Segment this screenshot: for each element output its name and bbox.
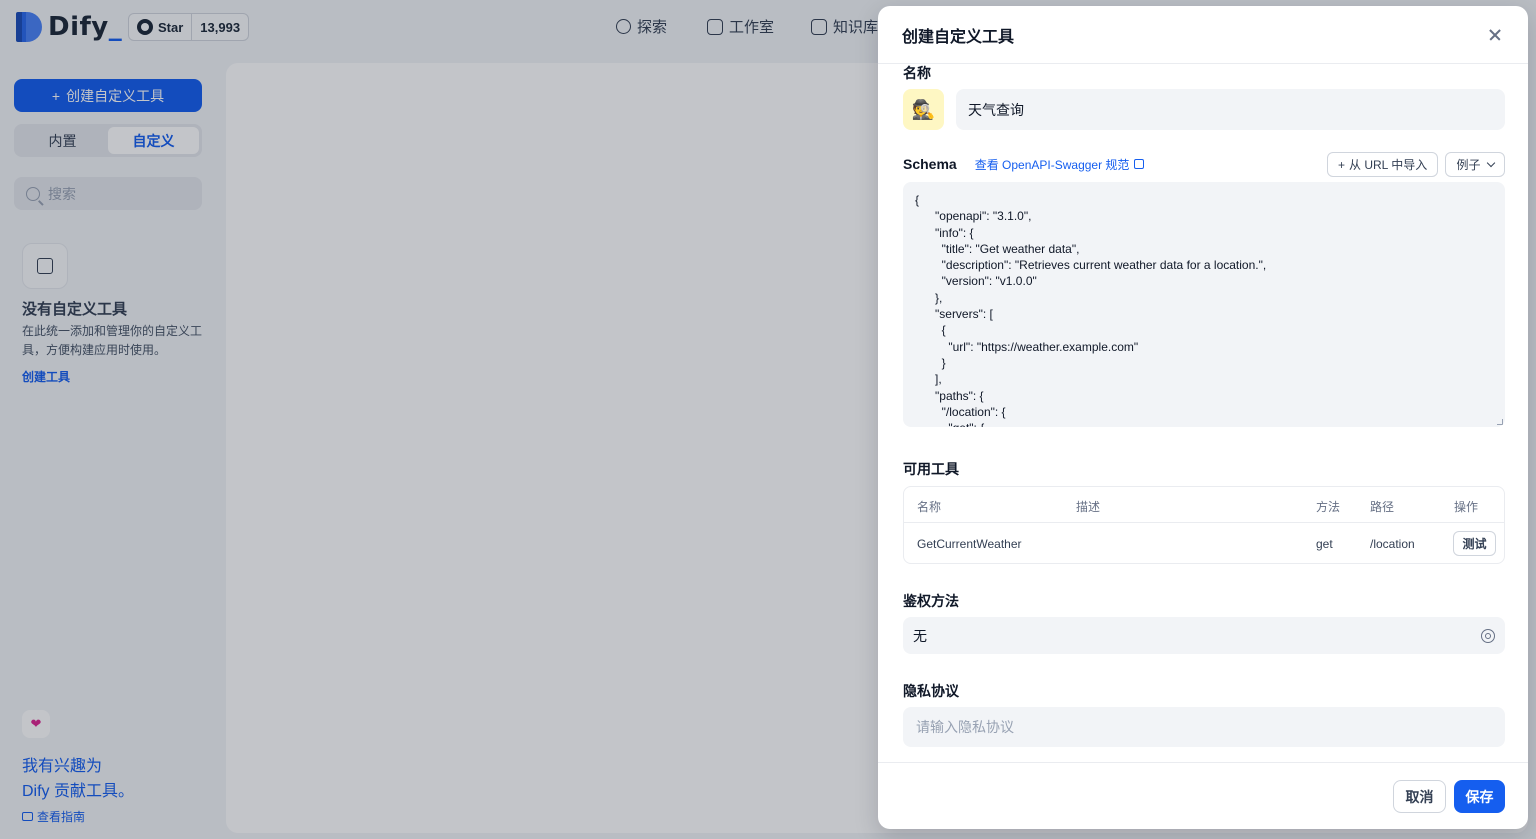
schema-editor[interactable]: { "openapi": "3.1.0", "info": { "title":…: [903, 182, 1505, 427]
privacy-policy-label: 隐私协议: [903, 683, 959, 699]
external-link-icon: [1134, 159, 1145, 169]
drawer-title: 创建自定义工具: [902, 28, 1015, 46]
example-label: 例子: [1456, 158, 1481, 172]
close-icon[interactable]: [1486, 26, 1504, 44]
column-header-name: 名称: [917, 500, 942, 514]
drawer-footer: 取消 保存: [878, 762, 1528, 829]
tool-name-input[interactable]: 天气查询: [956, 89, 1505, 130]
privacy-policy-input[interactable]: [903, 707, 1505, 747]
test-tool-button[interactable]: 测试: [1453, 531, 1496, 556]
gear-icon[interactable]: [1481, 628, 1495, 643]
tool-path-cell: /location: [1370, 537, 1415, 551]
import-from-url-label: 从 URL 中导入: [1349, 158, 1428, 172]
schema-code: { "openapi": "3.1.0", "info": { "title":…: [915, 193, 1267, 427]
column-header-method: 方法: [1316, 500, 1341, 514]
drawer-header: 创建自定义工具: [878, 6, 1528, 64]
tool-name-cell: GetCurrentWeather: [917, 537, 1022, 551]
auth-method-selector[interactable]: 无: [903, 617, 1505, 654]
plus-icon: +: [1338, 157, 1346, 172]
import-from-url-button[interactable]: + 从 URL 中导入: [1327, 152, 1439, 177]
column-header-path: 路径: [1370, 500, 1395, 514]
table-divider: [904, 522, 1504, 523]
create-custom-tool-drawer: 创建自定义工具 名称 🕵️ 天气查询 Schema 查看 OpenAPI-Swa…: [878, 6, 1528, 829]
column-header-action: 操作: [1454, 500, 1479, 514]
available-tools-label: 可用工具: [903, 461, 959, 477]
auth-method-label: 鉴权方法: [903, 593, 959, 609]
schema-label: Schema: [903, 156, 957, 172]
column-header-description: 描述: [1076, 500, 1101, 514]
chevron-down-icon: [1486, 158, 1495, 168]
tool-icon-picker[interactable]: 🕵️: [903, 89, 944, 130]
openapi-spec-link-label: 查看 OpenAPI-Swagger 规范: [974, 157, 1130, 172]
resize-handle[interactable]: [1497, 419, 1503, 425]
tool-method-cell: get: [1316, 537, 1333, 551]
auth-method-value: 无: [913, 627, 927, 644]
example-dropdown[interactable]: 例子: [1445, 152, 1505, 177]
cancel-button[interactable]: 取消: [1393, 780, 1446, 813]
available-tools-table: 名称 描述 方法 路径 操作 GetCurrentWeather get /lo…: [903, 486, 1505, 564]
save-button[interactable]: 保存: [1454, 780, 1505, 813]
openapi-spec-link[interactable]: 查看 OpenAPI-Swagger 规范: [975, 156, 1145, 173]
name-label: 名称: [903, 65, 931, 81]
